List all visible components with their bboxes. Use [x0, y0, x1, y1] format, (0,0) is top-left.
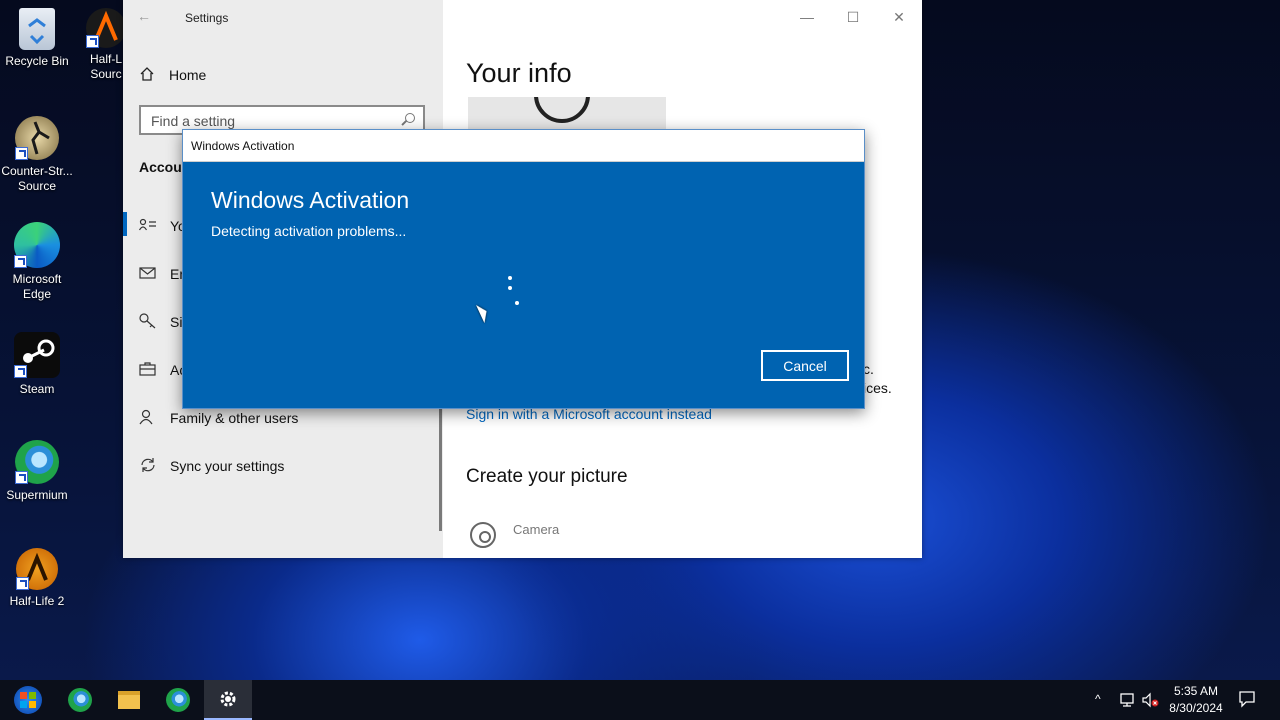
sidebar-item-email[interactable]: En	[139, 262, 187, 286]
shortcut-arrow-icon	[86, 35, 99, 48]
shortcut-arrow-icon	[14, 255, 27, 268]
shortcut-arrow-icon	[15, 147, 28, 160]
briefcase-icon	[139, 361, 157, 379]
notification-center-icon[interactable]	[1238, 690, 1256, 711]
desktop-icon-label: Microsoft	[12, 272, 62, 286]
recycle-bin-icon	[19, 8, 55, 50]
search-placeholder: Find a setting	[151, 113, 236, 129]
desktop-icon-label: Supermium	[6, 488, 68, 502]
spinner-dot	[508, 286, 512, 290]
nav-home[interactable]: Home	[139, 64, 206, 86]
maximize-button[interactable]: ☐	[830, 0, 876, 34]
sidebar-item-label: Sync your settings	[170, 458, 285, 474]
dialog-status-text: Detecting activation problems...	[211, 223, 407, 239]
close-button[interactable]: ✕	[876, 0, 922, 34]
sidebar-item-sign-in[interactable]: Si	[139, 310, 182, 334]
obscured-text: ices.	[863, 380, 892, 396]
start-button[interactable]	[4, 680, 52, 720]
desktop-icon-label: Edge	[22, 287, 52, 301]
desktop-icon-steam[interactable]: Steam	[0, 332, 79, 397]
shortcut-arrow-icon	[14, 365, 27, 378]
taskbar-supermium[interactable]	[56, 680, 104, 720]
supermium-icon	[68, 688, 92, 712]
desktop-icon-counter-strike-source[interactable]: Counter-Str... Source	[0, 116, 79, 194]
section-title: Accou	[139, 159, 182, 175]
windows-logo-icon	[14, 686, 42, 714]
cancel-button[interactable]: Cancel	[761, 350, 849, 381]
gear-icon	[220, 691, 236, 707]
loading-spinner-icon	[501, 273, 525, 309]
avatar-ring	[534, 97, 590, 123]
sidebar-scrollbar[interactable]	[439, 406, 442, 531]
mail-icon	[139, 266, 157, 283]
person-card-icon	[138, 218, 157, 235]
spinner-dot	[515, 301, 519, 305]
desktop-icon-label: Half-Life 2	[9, 594, 65, 608]
clock-date: 8/30/2024	[1169, 701, 1223, 715]
volume-muted-icon[interactable]	[1141, 692, 1159, 711]
minimize-button[interactable]: —	[784, 0, 830, 34]
half-life-2-icon	[16, 548, 58, 590]
dialog-window-title: Windows Activation	[191, 139, 295, 153]
key-icon	[139, 312, 157, 332]
taskbar-clock[interactable]: 5:35 AM 8/30/2024	[1160, 683, 1232, 717]
back-arrow-icon[interactable]: ←	[137, 8, 151, 24]
sidebar-item-access[interactable]: Ac	[139, 358, 186, 382]
page-title: Your info	[466, 58, 572, 88]
camera-icon[interactable]	[470, 522, 496, 548]
counter-strike-icon	[15, 116, 59, 160]
search-icon	[405, 113, 415, 123]
sidebar-item-label: Si	[170, 314, 183, 330]
window-title: Settings	[185, 11, 229, 25]
sync-icon	[139, 457, 157, 476]
desktop-icon-half-life-2[interactable]: Half-Life 2	[0, 548, 79, 609]
avatar	[468, 97, 666, 131]
desktop-icon-label: Counter-Str...	[1, 164, 73, 178]
taskbar: ^ 5:35 AM 8/30/2024	[0, 680, 1280, 720]
selected-indicator	[123, 212, 127, 236]
browser-icon	[166, 688, 190, 712]
taskbar-settings[interactable]	[204, 680, 252, 720]
sidebar-item-label: Family & other users	[170, 410, 299, 426]
taskbar-file-explorer[interactable]	[105, 680, 153, 720]
desktop-icon-microsoft-edge[interactable]: Microsoft Edge	[0, 222, 79, 302]
shortcut-arrow-icon	[16, 577, 29, 590]
sidebar-item-sync[interactable]: Sync your settings	[139, 454, 284, 478]
person-add-icon	[139, 409, 157, 428]
edge-icon	[14, 222, 60, 268]
clock-time: 5:35 AM	[1173, 684, 1219, 698]
dialog-titlebar: Windows Activation	[183, 130, 864, 162]
desktop-icon-label: Steam	[19, 382, 55, 396]
taskbar-browser[interactable]	[154, 680, 202, 720]
section-heading-create-picture: Create your picture	[466, 466, 628, 487]
nav-home-label: Home	[169, 67, 207, 83]
supermium-icon	[15, 440, 59, 484]
shortcut-arrow-icon	[15, 471, 28, 484]
sidebar-item-your-info[interactable]: Yo	[138, 214, 186, 238]
camera-label[interactable]: Camera	[513, 522, 559, 537]
sidebar-item-family[interactable]: Family & other users	[139, 406, 298, 430]
desktop-icon-label: Source	[17, 179, 57, 193]
dialog-heading: Windows Activation	[211, 187, 410, 213]
half-life-source-icon	[86, 8, 126, 48]
spinner-dot	[508, 276, 512, 280]
tray-chevron-icon[interactable]: ^	[1095, 692, 1101, 706]
steam-icon	[14, 332, 60, 378]
folder-icon	[118, 691, 140, 709]
window-controls: — ☐ ✕	[784, 0, 922, 34]
home-icon	[139, 66, 155, 85]
network-icon[interactable]	[1118, 692, 1136, 711]
desktop-icon-supermium[interactable]: Supermium	[0, 440, 79, 503]
activation-dialog: Windows Activation Windows Activation De…	[182, 129, 865, 409]
